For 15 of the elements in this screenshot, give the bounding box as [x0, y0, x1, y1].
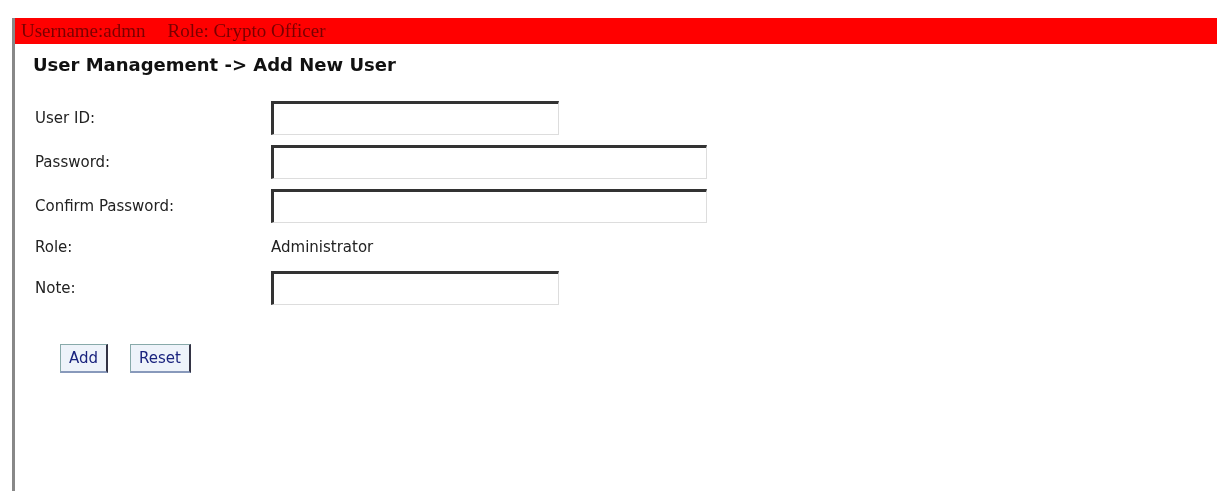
- reset-button[interactable]: Reset: [130, 344, 191, 373]
- field-label: User ID:: [35, 109, 96, 127]
- field-label: Note:: [35, 279, 77, 297]
- page-title: User Management -> Add New User: [32, 53, 397, 77]
- field-value: Administrator: [271, 238, 374, 256]
- add-button[interactable]: Add: [60, 344, 109, 373]
- field-label: Password:: [35, 153, 112, 171]
- input-field[interactable]: [271, 101, 559, 135]
- input-field[interactable]: [271, 145, 707, 179]
- role-label: Role: Crypto Officer: [167, 20, 326, 42]
- field-label: Confirm Password:: [35, 197, 175, 215]
- field-label: Role:: [35, 238, 74, 256]
- input-field[interactable]: [271, 271, 559, 305]
- username-label: Username:admn: [21, 20, 146, 42]
- input-field[interactable]: [271, 189, 707, 223]
